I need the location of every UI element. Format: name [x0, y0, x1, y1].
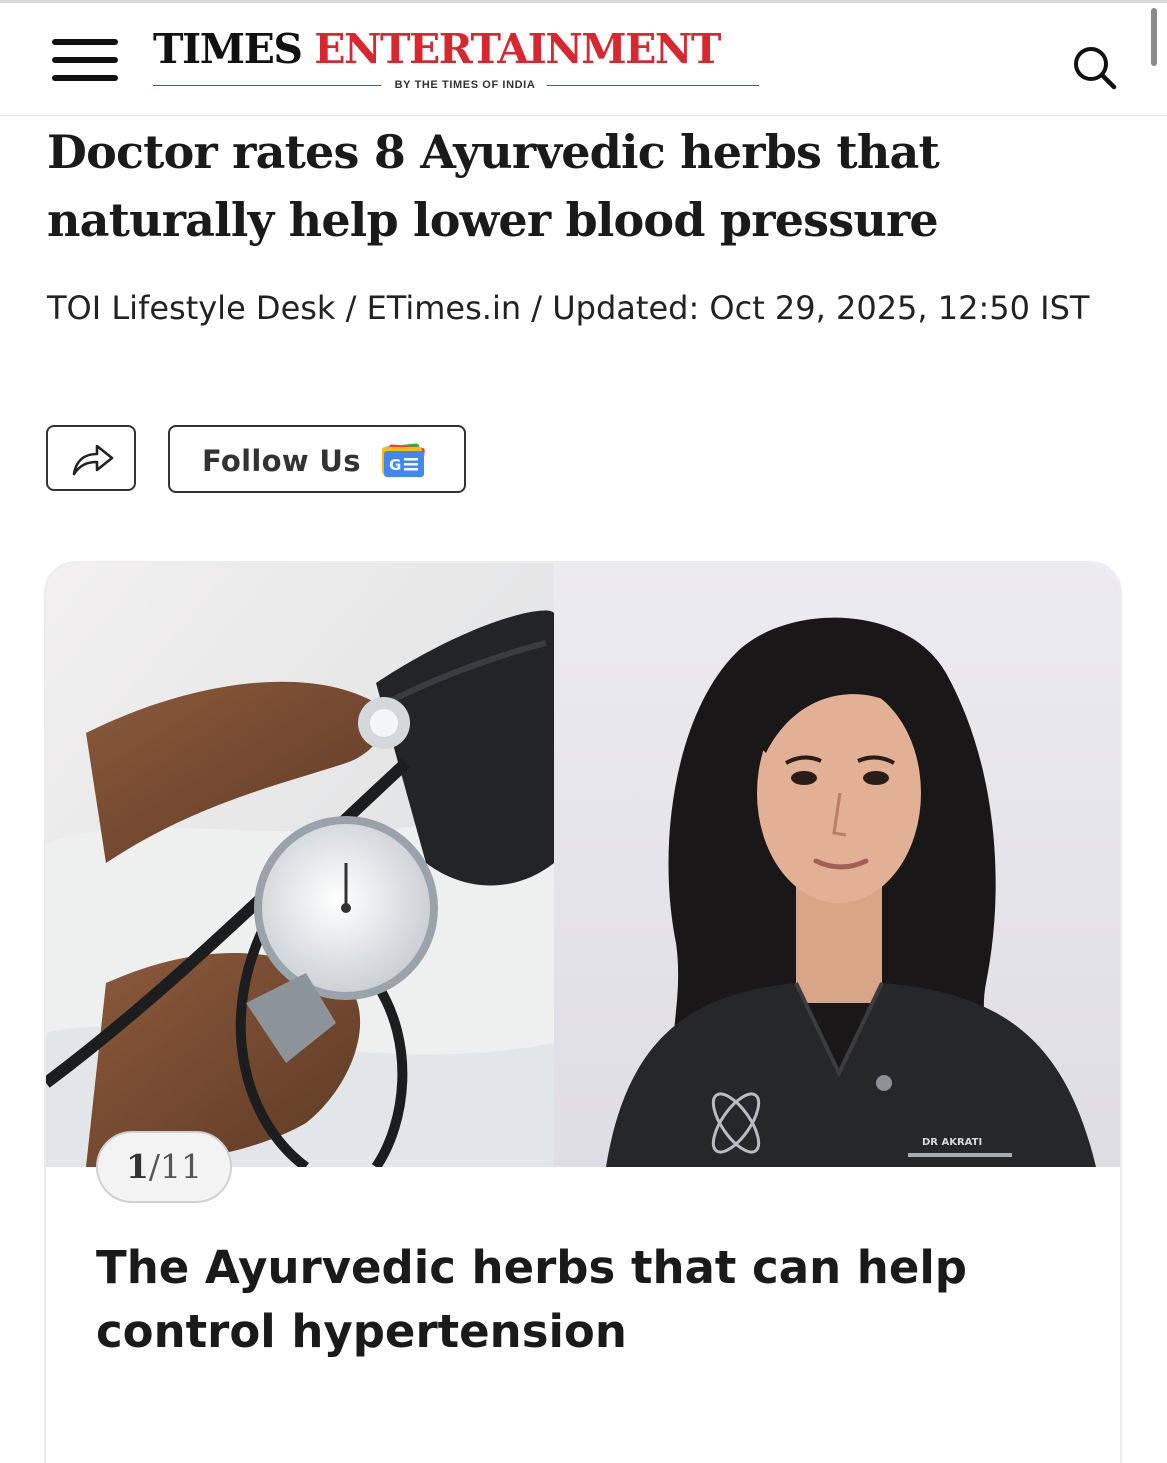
hamburger-menu-icon[interactable]	[52, 39, 118, 81]
doctor-portrait-photo: DR AKRATI	[554, 563, 1120, 1167]
site-header: TIMES ENTERTAINMENT BY THE TIMES OF INDI…	[0, 3, 1167, 116]
logo-tagline: BY THE TIMES OF INDIA	[153, 78, 759, 92]
slide-counter-separator: /	[148, 1147, 161, 1186]
follow-us-button[interactable]: Follow Us G	[168, 425, 466, 493]
slide-title: The Ayurvedic herbs that can help contro…	[96, 1241, 967, 1358]
blood-pressure-monitor-photo	[46, 563, 554, 1167]
doctor-badge-text: DR AKRATI	[922, 1137, 982, 1148]
site-logo[interactable]: TIMES ENTERTAINMENT BY THE TIMES OF INDI…	[153, 25, 759, 95]
search-icon[interactable]	[1070, 43, 1118, 91]
follow-us-label: Follow Us	[202, 444, 361, 478]
logo-tagline-text: BY THE TIMES OF INDIA	[394, 79, 536, 91]
google-news-icon: G	[382, 443, 425, 477]
slideshow-image[interactable]: DR AKRATI	[46, 563, 1120, 1167]
logo-entertainment-text: ENTERTAINMENT	[314, 25, 721, 73]
slide-counter-total: 11	[160, 1147, 203, 1186]
article-byline: TOI Lifestyle Desk / ETimes.in / Updated…	[47, 289, 1090, 327]
share-button[interactable]	[46, 425, 136, 491]
share-arrow-icon	[72, 444, 114, 476]
article-headline: Doctor rates 8 Ayurvedic herbs that natu…	[47, 125, 940, 247]
slide-counter-current: 1	[125, 1147, 149, 1186]
svg-text:G: G	[389, 456, 401, 474]
slide-counter: 1/11	[96, 1131, 232, 1203]
logo-times-text: TIMES	[153, 25, 303, 73]
